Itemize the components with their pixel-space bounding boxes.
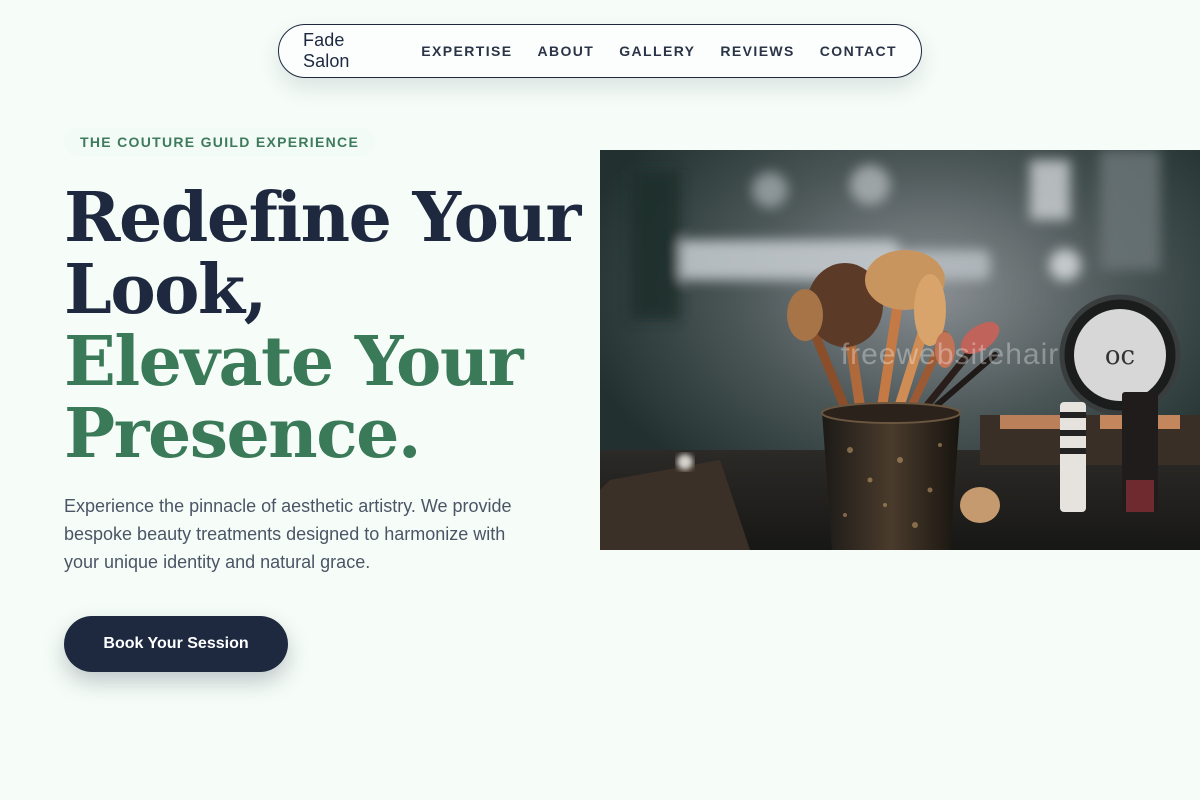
- headline-line-1: Redefine Your: [64, 178, 581, 258]
- nav-link-gallery[interactable]: GALLERY: [619, 43, 695, 59]
- nav-link-reviews[interactable]: REVIEWS: [720, 43, 794, 59]
- nav-link-contact[interactable]: CONTACT: [820, 43, 897, 59]
- nav-link-expertise[interactable]: EXPERTISE: [421, 43, 512, 59]
- hero-image: oc freewebsitehair: [600, 150, 1200, 550]
- nav-links: EXPERTISE ABOUT GALLERY REVIEWS CONTACT: [421, 43, 897, 59]
- headline-line-3: Elevate Your: [64, 322, 524, 402]
- book-session-button[interactable]: Book Your Session: [64, 616, 288, 672]
- headline-line-4: Presence.: [64, 394, 422, 474]
- brand-logo[interactable]: Fade Salon: [303, 30, 389, 72]
- hero-description: Experience the pinnacle of aesthetic art…: [64, 496, 512, 572]
- page: Fade Salon EXPERTISE ABOUT GALLERY REVIE…: [0, 0, 1200, 800]
- hero-headline: Redefine Your Look, Elevate Your Presenc…: [64, 182, 584, 470]
- hero-eyebrow: THE COUTURE GUILD EXPERIENCE: [64, 128, 376, 156]
- svg-text:oc: oc: [1105, 341, 1135, 371]
- nav-link-about[interactable]: ABOUT: [537, 43, 594, 59]
- makeup-brushes-photo: oc: [600, 150, 1200, 550]
- top-nav: Fade Salon EXPERTISE ABOUT GALLERY REVIE…: [278, 24, 922, 78]
- headline-line-2: Look,: [64, 250, 267, 330]
